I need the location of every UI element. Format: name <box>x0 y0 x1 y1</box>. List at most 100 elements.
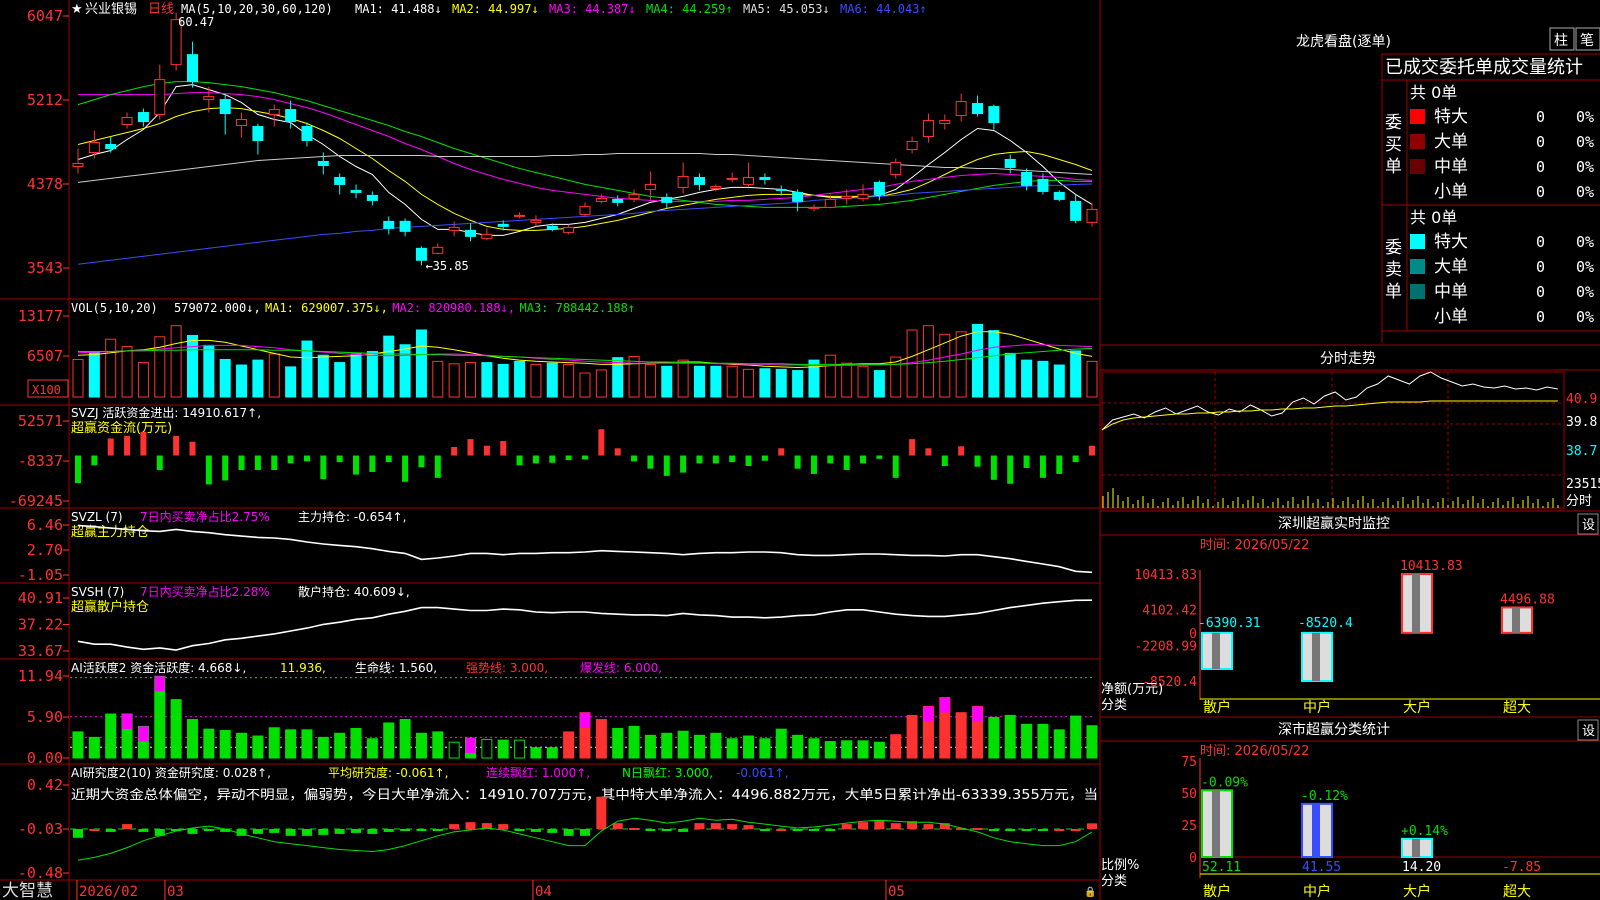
favorite-star-icon[interactable]: ★ <box>71 2 83 17</box>
volume-bar <box>873 370 885 398</box>
y-tick-label: 11.94 <box>18 667 63 685</box>
intraday-axis-label: 23515 <box>1566 477 1600 492</box>
order-count: 0 <box>1536 183 1545 201</box>
capital-flow-bar <box>1039 455 1046 478</box>
y-tick-label: -0.48 <box>18 864 63 882</box>
capital-flow-bar <box>843 455 850 470</box>
activity-bar <box>693 734 705 759</box>
activity-bar <box>317 736 329 759</box>
stock-name[interactable]: 兴业银锡 <box>85 2 137 17</box>
volume-bar <box>563 363 575 398</box>
activity-bar <box>644 734 656 759</box>
volume-bar <box>530 363 542 398</box>
capital-flow-bar <box>974 455 981 467</box>
y-tick-label: 3543 <box>27 259 63 277</box>
activity-peak-cap <box>580 712 590 728</box>
research-bar <box>269 829 280 833</box>
y-tick-label: 5212 <box>27 91 63 109</box>
y-tick-label: -69245 <box>9 492 63 510</box>
volume-bar <box>121 346 133 398</box>
research-bar <box>874 820 885 829</box>
order-percent: 0% <box>1576 283 1594 301</box>
volume-bar <box>88 352 100 398</box>
capital-flow-bar <box>385 455 392 463</box>
capital-flow-bar <box>663 455 670 476</box>
monitor-bar-shade <box>1212 632 1220 669</box>
activity-bar <box>203 728 215 759</box>
activity-bar <box>857 740 869 759</box>
candle <box>186 54 198 83</box>
capital-flow-bar <box>402 455 409 482</box>
activity-peak-cap <box>138 726 149 742</box>
ma-legend: MA(5,10,20,30,60,120) <box>181 2 333 16</box>
research-bar <box>825 829 836 831</box>
activity-bar <box>514 739 526 759</box>
class-value-label: -7.85 <box>1502 860 1541 875</box>
sz-monitor-time: 时间: 2026/05/22 <box>1200 538 1309 553</box>
y-tick-label: -8337 <box>18 452 63 470</box>
class-category-label: 大户 <box>1403 883 1431 900</box>
lock-icon[interactable]: 🔒 <box>1084 886 1096 898</box>
candle <box>219 99 231 115</box>
candle <box>857 193 869 199</box>
ai-research-extra: -0.061↑, <box>736 766 789 780</box>
volume-bar <box>72 359 84 398</box>
sz-class-title: 深市超赢分类统计 <box>1278 721 1390 738</box>
activity-bar <box>1021 723 1033 759</box>
candle <box>906 141 918 150</box>
volume-bar <box>383 335 395 398</box>
order-type-label: 大单 <box>1434 257 1468 277</box>
activity-peak-cap <box>154 676 165 692</box>
volume-bar <box>546 362 558 398</box>
x-tick-label: 05 <box>888 884 905 900</box>
research-bar <box>285 829 296 836</box>
capital-flow-bar <box>892 455 899 478</box>
activity-bar <box>105 713 117 759</box>
high-marker: 60.47 <box>178 15 214 29</box>
class-change-label: -0.09% <box>1201 775 1248 790</box>
candle <box>563 226 575 233</box>
research-bar <box>743 825 754 829</box>
order-percent: 0% <box>1576 258 1594 276</box>
svsh-subtitle: 超赢散户持仓 <box>71 599 149 615</box>
sz-class-settings-label: 设 <box>1582 724 1595 739</box>
vol-legend: VOL(5,10,20) <box>71 301 158 315</box>
svzl-legend-ratio: 7日内买卖净占比2.75% <box>140 509 270 524</box>
volume-bar <box>465 362 477 398</box>
capital-flow-bar <box>680 455 687 473</box>
ai-research-nday: N日飘红: 3.000, <box>622 765 713 780</box>
period-label[interactable]: 日线 <box>148 2 174 17</box>
volume-bar <box>236 364 248 398</box>
bar-mode-label: 柱 <box>1554 33 1568 49</box>
order-count: 0 <box>1536 133 1545 151</box>
capital-flow-bar <box>467 439 474 456</box>
activity-bar <box>612 727 624 759</box>
class-value-label: 14.20 <box>1402 860 1441 875</box>
candle <box>972 103 984 115</box>
candle <box>350 189 362 193</box>
y-tick-label: 5.90 <box>27 708 63 726</box>
ai-research-legend: AI研究度2(10) 资金研究度: 0.028↑, <box>71 765 271 780</box>
candle <box>693 176 705 185</box>
volume-bar <box>366 351 378 398</box>
volume-bar <box>743 368 755 398</box>
buy-side-label: 单 <box>1385 157 1402 177</box>
capital-flow-bar <box>369 455 376 472</box>
activity-bar <box>661 732 673 759</box>
candle <box>955 101 967 117</box>
candle <box>432 246 444 254</box>
capital-flow-bar <box>75 455 81 484</box>
class-change-label: +0.14% <box>1401 824 1448 839</box>
candle <box>236 119 248 127</box>
activity-bar <box>1086 725 1098 759</box>
order-percent: 0% <box>1576 308 1594 326</box>
candle <box>1053 191 1065 200</box>
research-bar <box>416 829 427 831</box>
candle <box>154 79 166 116</box>
ai-active-burst: 爆发线: 6.000, <box>580 660 662 675</box>
capital-flow-bar <box>451 446 458 456</box>
capital-flow-bar <box>712 455 719 464</box>
research-bar <box>808 829 819 831</box>
activity-bar <box>350 727 362 759</box>
capital-flow-bar <box>860 455 867 464</box>
